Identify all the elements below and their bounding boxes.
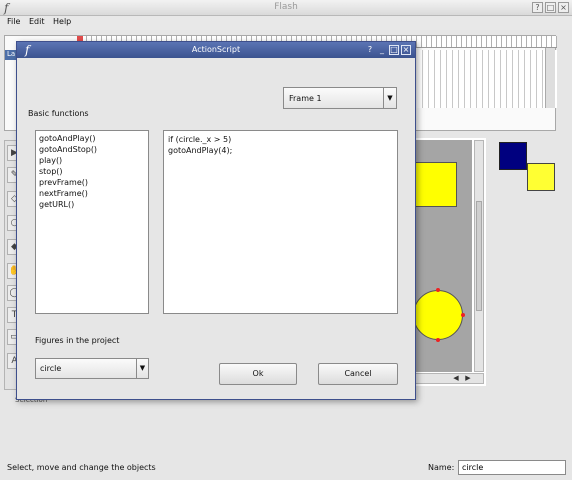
cancel-button[interactable]: Cancel (318, 363, 398, 385)
list-item[interactable]: stop() (39, 166, 145, 177)
dialog-title: ActionScript (191, 45, 241, 54)
ok-button[interactable]: Ok (219, 363, 297, 385)
timeline-scrollbar[interactable] (545, 48, 555, 108)
circle-shape[interactable] (413, 290, 463, 340)
dialog-minimize-button[interactable]: _ (377, 45, 387, 55)
scroll-thumb[interactable] (476, 201, 482, 311)
frame-select[interactable]: Frame 1 ▼ (283, 87, 397, 109)
scroll-left-icon[interactable]: ◀ (451, 374, 461, 383)
code-line: gotoAndPlay(4); (168, 146, 233, 155)
list-item[interactable]: gotoAndPlay() (39, 133, 145, 144)
figures-label: Figures in the project (35, 336, 120, 345)
fill-color-swatch[interactable] (527, 163, 555, 191)
frame-grid[interactable] (417, 50, 557, 108)
functions-list[interactable]: gotoAndPlay() gotoAndStop() play() stop(… (35, 130, 149, 314)
menu-help[interactable]: Help (53, 17, 71, 26)
circle-handle-top[interactable] (436, 288, 440, 292)
close-button[interactable]: × (558, 2, 569, 13)
window-controls: ? □ × (532, 2, 569, 13)
code-line: if (circle._x > 5) (168, 135, 232, 144)
scroll-right-icon[interactable]: ▶ (463, 374, 473, 383)
main-titlebar: f Flash ? □ × (0, 0, 572, 16)
stage-horizontal-scrollbar[interactable]: ◀ ▶ (412, 373, 484, 384)
list-item[interactable]: play() (39, 155, 145, 166)
maximize-button[interactable]: □ (545, 2, 556, 13)
figure-select-value: circle (40, 364, 62, 373)
circle-handle-right[interactable] (461, 313, 465, 317)
dialog-titlebar[interactable]: f ActionScript ? _ □ × (17, 42, 415, 58)
menu-edit[interactable]: Edit (29, 17, 45, 26)
dialog-help-button[interactable]: ? (365, 45, 375, 55)
list-item[interactable]: prevFrame() (39, 177, 145, 188)
window-title: Flash (274, 2, 298, 12)
frame-select-value: Frame 1 (289, 94, 322, 103)
menubar: File Edit Help (0, 16, 572, 30)
figure-select[interactable]: circle ▼ (35, 358, 149, 379)
menu-file[interactable]: File (7, 17, 20, 26)
list-item[interactable]: getURL() (39, 199, 145, 210)
stage-vertical-scrollbar[interactable] (474, 140, 484, 372)
basic-functions-label: Basic functions (28, 109, 89, 118)
dialog-controls: ? _ □ × (365, 45, 411, 55)
list-item[interactable]: gotoAndStop() (39, 144, 145, 155)
chevron-down-icon[interactable]: ▼ (136, 359, 148, 378)
dialog-close-button[interactable]: × (401, 45, 411, 55)
circle-handle-bottom[interactable] (436, 338, 440, 342)
name-label: Name: (428, 463, 455, 472)
chevron-down-icon[interactable]: ▼ (383, 88, 396, 108)
name-input[interactable] (458, 460, 566, 475)
stroke-color-swatch[interactable] (499, 142, 527, 170)
status-message: Select, move and change the objects (7, 463, 156, 472)
dialog-maximize-button[interactable]: □ (389, 45, 399, 55)
rectangle-shape[interactable] (414, 162, 457, 207)
list-item[interactable]: nextFrame() (39, 188, 145, 199)
actionscript-dialog: f ActionScript ? _ □ × Frame 1 ▼ Basic f… (16, 41, 416, 400)
code-editor[interactable]: if (circle._x > 5) gotoAndPlay(4); (163, 130, 398, 314)
help-button[interactable]: ? (532, 2, 543, 13)
